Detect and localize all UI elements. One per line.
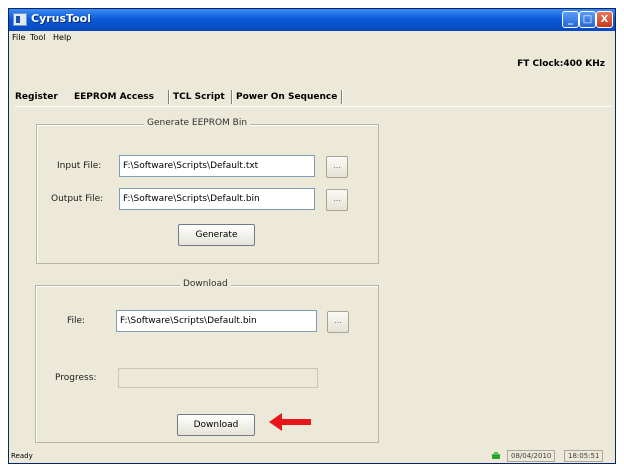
app-icon [13,13,27,26]
progress-label: Progress: [55,373,97,383]
menu-help[interactable]: Help [53,33,71,42]
output-browse-button[interactable]: ... [326,189,348,211]
minimize-button[interactable]: _ [562,11,579,28]
group-title: Generate EEPROM Bin [144,118,251,128]
menu-bar: File Tool Help [9,31,615,45]
output-file-field[interactable]: F:\Software\Scripts\Default.bin [119,188,315,210]
status-text: Ready [11,452,33,460]
ft-clock-readout: FT Clock:400 KHz [517,59,605,69]
generate-eeprom-group: Generate EEPROM Bin Input File: F:\Softw… [36,118,379,264]
tab-separator [168,90,170,104]
file-label: File: [67,316,86,326]
tab-separator [341,90,343,104]
generate-button[interactable]: Generate [178,224,255,246]
input-file-label: Input File: [57,161,102,171]
status-date: 08/04/2010 [507,450,556,462]
title-bar[interactable]: CyrusTool _ □ X [9,9,615,31]
output-file-label: Output File: [51,194,104,204]
tab-separator [231,90,233,104]
download-group: Download File: F:\Software\Scripts\Defau… [35,279,379,443]
progress-bar [118,368,318,388]
close-button[interactable]: X [596,11,613,28]
tab-power-on-sequence[interactable]: Power On Sequence [236,89,337,105]
arrow-icon [269,413,311,431]
download-file-field[interactable]: F:\Software\Scripts\Default.bin [116,310,317,332]
menu-tool[interactable]: Tool [30,33,46,42]
download-button[interactable]: Download [177,414,255,436]
app-window: CyrusTool _ □ X File Tool Help FT Clock:… [8,8,616,464]
tab-eeprom-access[interactable]: EEPROM Access [74,89,155,105]
status-time: 18:05:51 [564,450,604,462]
input-browse-button[interactable]: ... [326,156,348,178]
window-title: CyrusTool [31,12,91,25]
group-title: Download [180,279,231,289]
connection-icon [492,452,500,459]
status-bar: Ready 08/04/2010 18:05:51 [9,449,615,463]
maximize-button[interactable]: □ [579,11,596,28]
tab-register[interactable]: Register [15,89,58,105]
tab-tcl-script[interactable]: TCL Script [173,89,225,105]
input-file-field[interactable]: F:\Software\Scripts\Default.txt [119,155,315,177]
download-browse-button[interactable]: ... [327,311,349,333]
red-arrow-annotation [269,413,311,431]
menu-file[interactable]: File [12,33,25,42]
